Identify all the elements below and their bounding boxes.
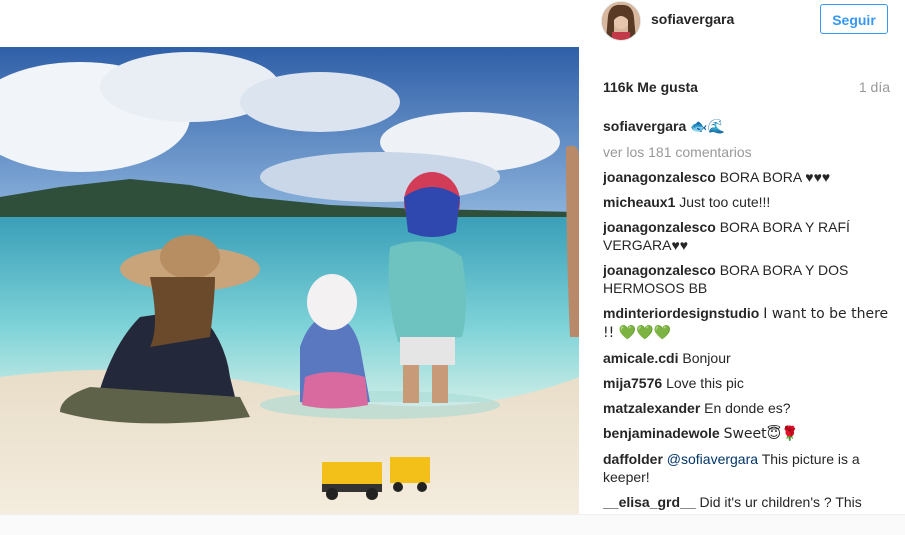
comment-text: BORA BORA ♥♥♥ — [719, 169, 831, 185]
follow-button[interactable]: Seguir — [820, 4, 888, 34]
comment-item: daffolder @sofiavergara This picture is … — [603, 450, 893, 486]
comment-mention-link[interactable]: @sofiavergara — [667, 451, 758, 467]
post-header: sofiavergara Seguir — [579, 0, 905, 41]
beach-photo-image — [0, 47, 579, 514]
comment-text: Bonjour — [682, 350, 731, 366]
comment-text: Love this pic — [666, 375, 744, 391]
comment-text: Sweet😇🌹 — [723, 426, 799, 442]
comment-username[interactable]: joanagonzalesco — [603, 219, 716, 235]
comment-item: amicale.cdi Bonjour — [603, 349, 893, 367]
comment-username[interactable]: daffolder — [603, 451, 663, 467]
comment-text: Just too cute!!! — [679, 194, 771, 210]
avatar-image — [602, 2, 640, 40]
comment-item: __elisa_grd__ Did it's ur children's ? T… — [603, 493, 893, 514]
comment-username[interactable]: mdinteriordesignstudio — [603, 305, 759, 321]
comment-item: mdinteriordesignstudio I want to be ther… — [603, 304, 893, 342]
comment-username[interactable]: joanagonzalesco — [603, 169, 716, 185]
post-time[interactable]: 1 día — [859, 79, 890, 95]
avatar[interactable] — [601, 1, 641, 41]
likes-count[interactable]: 116k Me gusta — [603, 79, 698, 95]
comment-item: joanagonzalesco BORA BORA Y DOS HERMOSOS… — [603, 261, 893, 297]
comment-item: joanagonzalesco BORA BORA ♥♥♥ — [603, 168, 893, 186]
bottom-bar — [0, 514, 905, 535]
post-username[interactable]: sofiavergara — [651, 11, 734, 27]
comment-username[interactable]: mija7576 — [603, 375, 662, 391]
comment-item: benjaminadewole Sweet😇🌹 — [603, 424, 893, 443]
comment-item: joanagonzalesco BORA BORA Y RAFÍ VERGARA… — [603, 218, 893, 254]
view-all-comments-link[interactable]: ver los 181 comentarios — [603, 143, 893, 161]
comment-item: micheaux1 Just too cute!!! — [603, 193, 893, 211]
post-photo[interactable] — [0, 47, 579, 514]
caption-text: 🐟🌊 — [690, 119, 726, 135]
caption: sofiavergara 🐟🌊 — [603, 117, 893, 136]
comment-username[interactable]: micheaux1 — [603, 194, 675, 210]
comment-username[interactable]: amicale.cdi — [603, 350, 679, 366]
comment-text: En donde es? — [704, 400, 791, 416]
comment-item: matzalexander En donde es? — [603, 399, 893, 417]
caption-username[interactable]: sofiavergara — [603, 118, 686, 134]
comment-username[interactable]: __elisa_grd__ — [603, 494, 696, 510]
comment-username[interactable]: joanagonzalesco — [603, 262, 716, 278]
comments-list: sofiavergara 🐟🌊 ver los 181 comentarios … — [603, 117, 893, 514]
post-sidebar: sofiavergara Seguir 116k Me gusta 1 día … — [579, 0, 905, 514]
post-meta: 116k Me gusta 1 día — [603, 79, 890, 95]
comment-username[interactable]: matzalexander — [603, 400, 700, 416]
comment-username[interactable]: benjaminadewole — [603, 425, 720, 441]
comment-item: mija7576 Love this pic — [603, 374, 893, 392]
